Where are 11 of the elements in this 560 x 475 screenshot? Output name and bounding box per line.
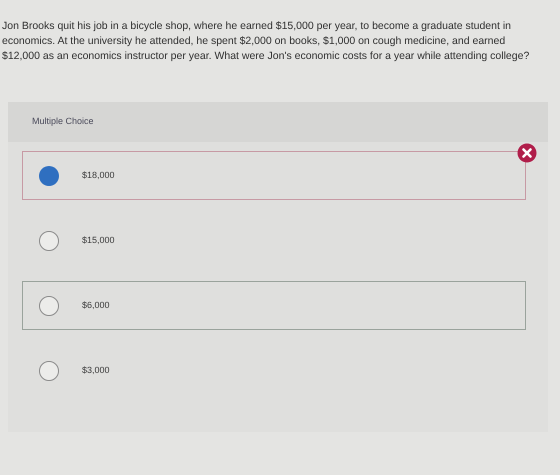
option-label: $18,000 [82, 168, 115, 182]
incorrect-icon [517, 143, 537, 163]
radio-button[interactable] [39, 296, 59, 316]
option-label: $6,000 [82, 298, 110, 312]
radio-button[interactable] [39, 360, 59, 380]
radio-button[interactable] [39, 166, 59, 186]
question-text: Jon Brooks quit his job in a bicycle shop, where he earned $15,000 per year, to become a graduate student in economics. At the university he attended, he spent $2,000 on books, $1,000 on cough medicine, and earned $12,000 as an economics instructor per year. What were Jon's economic costs for a year while attending college? [2, 19, 530, 64]
option-label: $3,000 [82, 364, 110, 377]
option-label: $15,000 [82, 234, 115, 247]
section-label: Multiple Choice [32, 115, 94, 128]
radio-button[interactable] [39, 230, 59, 250]
